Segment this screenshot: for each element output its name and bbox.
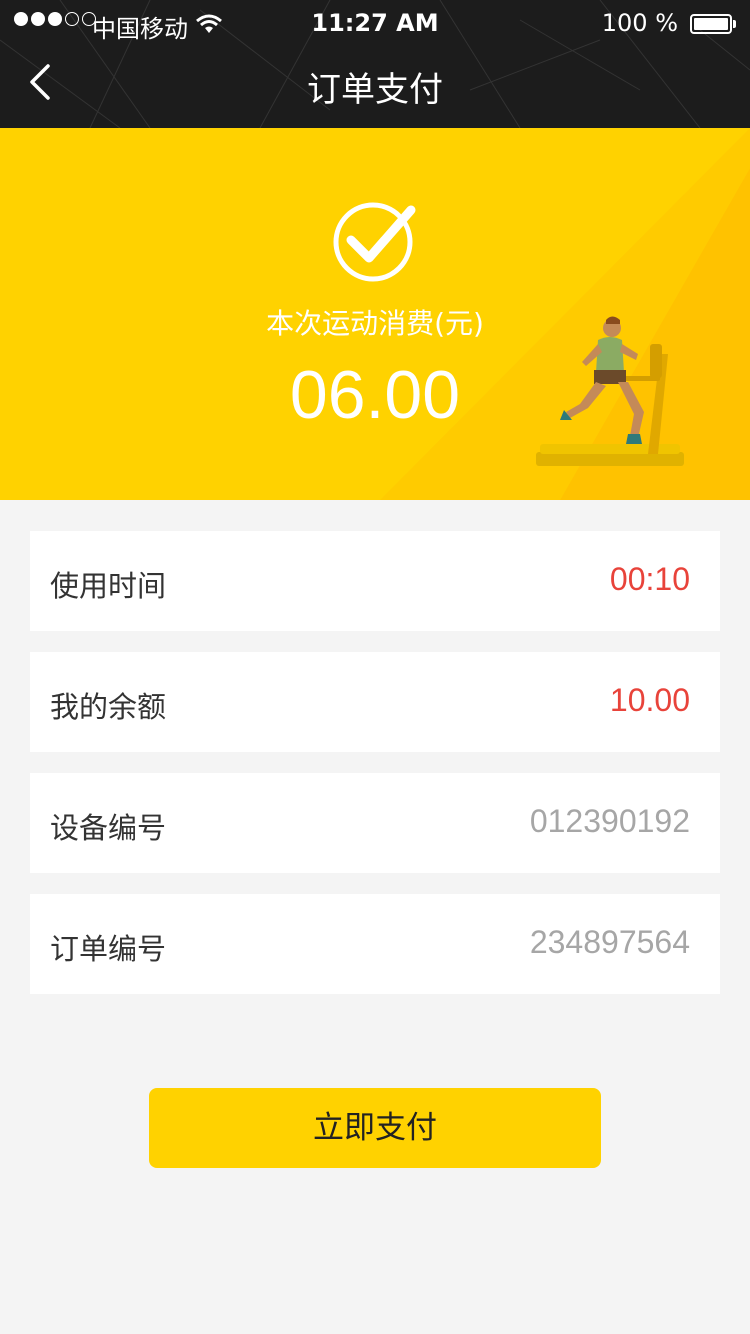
top-header: 中国移动 11:27 AM 100 % 订单支付 [0,0,750,128]
battery-percent: 100 % [601,9,678,37]
device-number-value: 012390192 [529,803,690,839]
row-balance: 我的余额 10.00 [30,652,720,752]
page-title: 订单支付 [307,70,443,110]
usage-time-value: 00:10 [609,561,690,597]
pay-now-button[interactable]: 立即支付 [149,1088,601,1168]
row-label: 订单编号 [50,932,167,966]
row-label: 使用时间 [50,569,167,603]
checkmark-circle-icon [333,202,416,282]
runner-treadmill-illustration [536,316,684,466]
row-usage-time: 使用时间 00:10 [30,531,720,631]
order-number-value: 234897564 [529,924,690,960]
row-device-number: 设备编号 012390192 [30,773,720,873]
row-label: 设备编号 [50,811,167,845]
payment-banner: 本次运动消费(元) 06.00 [0,128,750,500]
battery-icon [690,14,736,34]
balance-value: 10.00 [609,682,690,718]
row-label: 我的余额 [50,690,167,724]
status-bar: 中国移动 11:27 AM 100 % [0,0,750,48]
row-order-number: 订单编号 234897564 [30,894,720,994]
